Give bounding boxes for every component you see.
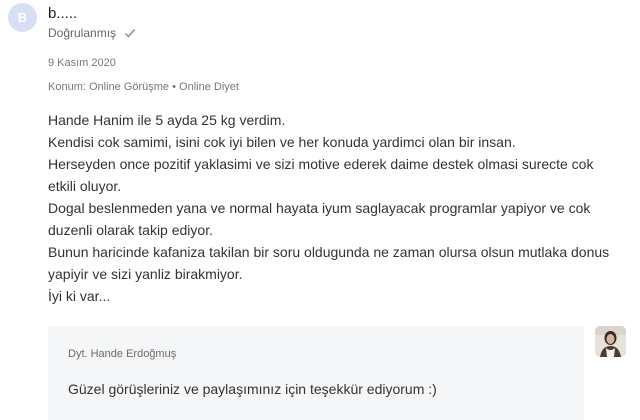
reviewer-name: b..... [48,5,78,22]
review-topic: Konum: Online Görüşme • Online Diyet [48,81,239,93]
review-line: Kendisi cok samimi, isini cok iyi bilen … [48,134,516,150]
reply-author: Dyt. Hande Erdoğmuş [68,348,177,360]
review-line: Hande Hanim ile 5 ayda 25 kg verdim. [48,112,286,128]
review-line: Herseyden once pozitif yaklasimi ve sizi… [48,156,594,194]
review-line: Bunun haricinde kafaniza takilan bir sor… [48,244,610,282]
review-card: B b..... Doğrulanmış 9 Kasım 2020 Konum:… [0,0,640,420]
doctor-reply: Dyt. Hande Erdoğmuş Güzel görüşleriniz v… [48,326,584,420]
check-icon [125,29,136,38]
verified-label: Doğrulanmış [48,26,117,40]
reviewer-avatar: B [8,3,37,32]
review-line: İyi ki var... [48,288,111,304]
review-body: Hande Hanim ile 5 ayda 25 kg verdim. Ken… [48,109,618,307]
verified-status: Doğrulanmış [48,26,136,40]
review-date: 9 Kasım 2020 [48,57,116,69]
doctor-avatar-icon [595,326,626,357]
reply-text: Güzel görüşleriniz ve paylaşımınız için … [68,381,437,397]
reviewer-avatar-initial: B [17,10,28,25]
review-line: Dogal beslenmeden yana ve normal hayata … [48,200,591,238]
